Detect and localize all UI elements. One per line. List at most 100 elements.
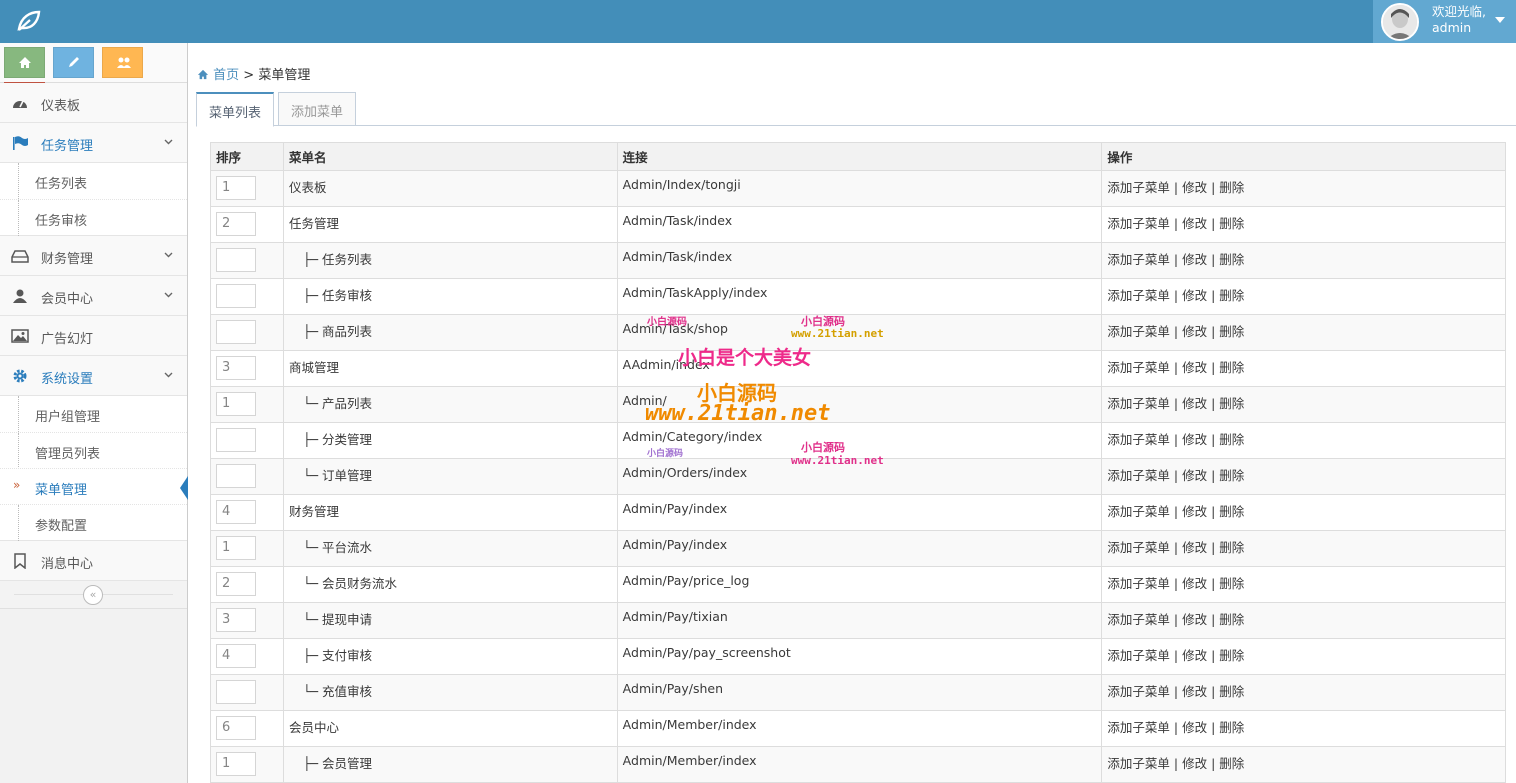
add-submenu-link[interactable]: 添加子菜单 xyxy=(1107,468,1170,483)
sort-input[interactable]: 1 xyxy=(216,392,256,416)
sort-input[interactable]: 4 xyxy=(216,500,256,524)
edit-link[interactable]: 修改 xyxy=(1182,648,1207,663)
add-submenu-link[interactable]: 添加子菜单 xyxy=(1107,576,1170,591)
edit-link[interactable]: 修改 xyxy=(1182,612,1207,627)
add-submenu-link[interactable]: 添加子菜单 xyxy=(1107,756,1170,771)
operations-cell: 添加子菜单 | 修改 | 删除 xyxy=(1101,386,1506,423)
user-menu[interactable]: 欢迎光临, admin xyxy=(1373,0,1516,43)
sort-input[interactable]: 1 xyxy=(216,176,256,200)
edit-link[interactable]: 修改 xyxy=(1182,720,1207,735)
chevron-down-icon xyxy=(164,139,173,145)
edit-link[interactable]: 修改 xyxy=(1182,288,1207,303)
delete-link[interactable]: 删除 xyxy=(1219,540,1244,555)
menu-link: Admin/Pay/pay_screenshot xyxy=(622,645,791,660)
separator: | xyxy=(1173,396,1179,411)
sort-input[interactable]: 1 xyxy=(216,752,256,776)
tab-menu-list[interactable]: 菜单列表 xyxy=(196,92,275,127)
delete-link[interactable]: 删除 xyxy=(1219,288,1244,303)
add-submenu-link[interactable]: 添加子菜单 xyxy=(1107,684,1170,699)
collapse-sidebar-icon[interactable]: « xyxy=(83,585,103,605)
shortcut-home-button[interactable] xyxy=(4,47,45,78)
sort-input[interactable] xyxy=(216,248,256,272)
sidebar-item-members[interactable]: 会员中心 xyxy=(0,276,187,316)
delete-link[interactable]: 删除 xyxy=(1219,612,1244,627)
edit-link[interactable]: 修改 xyxy=(1182,504,1207,519)
add-submenu-link[interactable]: 添加子菜单 xyxy=(1107,432,1170,447)
add-submenu-link[interactable]: 添加子菜单 xyxy=(1107,504,1170,519)
sidebar-item-menu-manage[interactable]: » 菜单管理 xyxy=(0,468,188,504)
sidebar-item-task-review[interactable]: 任务审核 xyxy=(0,199,187,236)
delete-link[interactable]: 删除 xyxy=(1219,252,1244,267)
tree-guide xyxy=(18,505,19,541)
delete-link[interactable]: 删除 xyxy=(1219,756,1244,771)
sort-input[interactable]: 1 xyxy=(216,536,256,560)
delete-link[interactable]: 删除 xyxy=(1219,504,1244,519)
sidebar-item-admin-list[interactable]: 管理员列表 xyxy=(0,432,187,469)
sidebar-item-user-groups[interactable]: 用户组管理 xyxy=(0,396,187,432)
edit-link[interactable]: 修改 xyxy=(1182,432,1207,447)
delete-link[interactable]: 删除 xyxy=(1219,432,1244,447)
add-submenu-link[interactable]: 添加子菜单 xyxy=(1107,396,1170,411)
sidebar-item-messages[interactable]: 消息中心 xyxy=(0,541,187,581)
add-submenu-link[interactable]: 添加子菜单 xyxy=(1107,360,1170,375)
delete-link[interactable]: 删除 xyxy=(1219,324,1244,339)
delete-link[interactable]: 删除 xyxy=(1219,360,1244,375)
edit-link[interactable]: 修改 xyxy=(1182,756,1207,771)
delete-link[interactable]: 删除 xyxy=(1219,720,1244,735)
separator: | xyxy=(1211,468,1216,483)
sort-input[interactable] xyxy=(216,464,256,488)
sort-input[interactable] xyxy=(216,320,256,344)
edit-link[interactable]: 修改 xyxy=(1182,684,1207,699)
sort-input[interactable] xyxy=(216,680,256,704)
sort-input[interactable]: 3 xyxy=(216,356,256,380)
add-submenu-link[interactable]: 添加子菜单 xyxy=(1107,288,1170,303)
add-submenu-link[interactable]: 添加子菜单 xyxy=(1107,180,1170,195)
delete-link[interactable]: 删除 xyxy=(1219,648,1244,663)
sidebar-item-finance[interactable]: 财务管理 xyxy=(0,236,187,276)
table-row: 1 └─ 产品列表 Admin/添加子菜单 | 修改 | 删除 xyxy=(210,386,1506,423)
add-submenu-link[interactable]: 添加子菜单 xyxy=(1107,252,1170,267)
sidebar-item-task-list[interactable]: 任务列表 xyxy=(0,163,187,199)
delete-link[interactable]: 删除 xyxy=(1219,180,1244,195)
sidebar-item-ads[interactable]: 广告幻灯 xyxy=(0,316,187,356)
menu-link: Admin/Task/index xyxy=(622,249,733,264)
delete-link[interactable]: 删除 xyxy=(1219,396,1244,411)
edit-link[interactable]: 修改 xyxy=(1182,468,1207,483)
delete-link[interactable]: 删除 xyxy=(1219,576,1244,591)
sort-input[interactable] xyxy=(216,428,256,452)
tab-add-menu[interactable]: 添加菜单 xyxy=(278,92,357,126)
edit-link[interactable]: 修改 xyxy=(1182,216,1207,231)
add-submenu-link[interactable]: 添加子菜单 xyxy=(1107,612,1170,627)
edit-link[interactable]: 修改 xyxy=(1182,252,1207,267)
sidebar-item-dashboard[interactable]: 仪表板 xyxy=(0,83,187,123)
delete-link[interactable]: 删除 xyxy=(1219,684,1244,699)
sort-input[interactable]: 4 xyxy=(216,644,256,668)
sort-input[interactable]: 2 xyxy=(216,212,256,236)
caret-down-icon[interactable] xyxy=(1495,17,1505,23)
shortcut-users-button[interactable] xyxy=(102,47,144,78)
edit-link[interactable]: 修改 xyxy=(1182,576,1207,591)
add-submenu-link[interactable]: 添加子菜单 xyxy=(1107,324,1170,339)
sort-input[interactable]: 6 xyxy=(216,716,256,740)
sort-input[interactable]: 3 xyxy=(216,608,256,632)
breadcrumb-home-link[interactable]: 首页 xyxy=(213,68,239,83)
sort-input[interactable]: 2 xyxy=(216,572,256,596)
edit-link[interactable]: 修改 xyxy=(1182,180,1207,195)
add-submenu-link[interactable]: 添加子菜单 xyxy=(1107,720,1170,735)
edit-link[interactable]: 修改 xyxy=(1182,396,1207,411)
delete-link[interactable]: 删除 xyxy=(1219,468,1244,483)
edit-link[interactable]: 修改 xyxy=(1182,324,1207,339)
menu-name: 任务列表 xyxy=(322,252,373,267)
delete-link[interactable]: 删除 xyxy=(1219,216,1244,231)
sidebar-item-system[interactable]: 系统设置 xyxy=(0,356,187,396)
add-submenu-link[interactable]: 添加子菜单 xyxy=(1107,540,1170,555)
leaf-logo-icon[interactable] xyxy=(16,9,42,33)
sidebar-item-params[interactable]: 参数配置 xyxy=(0,504,187,541)
add-submenu-link[interactable]: 添加子菜单 xyxy=(1107,216,1170,231)
edit-link[interactable]: 修改 xyxy=(1182,540,1207,555)
sort-input[interactable] xyxy=(216,284,256,308)
shortcut-edit-button[interactable] xyxy=(53,47,95,78)
edit-link[interactable]: 修改 xyxy=(1182,360,1207,375)
add-submenu-link[interactable]: 添加子菜单 xyxy=(1107,648,1170,663)
sidebar-item-task[interactable]: 任务管理 xyxy=(0,123,187,163)
